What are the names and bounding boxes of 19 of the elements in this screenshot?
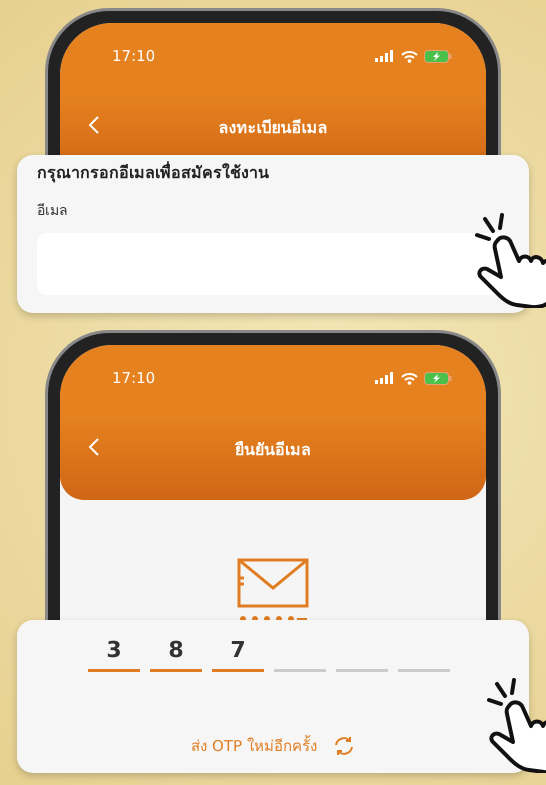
- signal-icon: [375, 50, 395, 62]
- otp-digit-field[interactable]: 8: [150, 632, 202, 672]
- signal-icon: [375, 372, 395, 384]
- back-icon[interactable]: [88, 115, 100, 135]
- battery-charging-icon: [424, 372, 452, 384]
- instruction-text: กรุณากรอกอีเมลเพื่อสมัครใช้งาน: [36, 160, 270, 184]
- battery-charging-icon: [424, 50, 452, 62]
- wifi-icon: [401, 372, 418, 384]
- field-label: อีเมล: [36, 202, 69, 221]
- screen-title: ยืนยันอีเมล: [235, 439, 311, 461]
- wifi-icon: [401, 50, 418, 62]
- otp-digit-field[interactable]: 7: [212, 632, 264, 672]
- otp-digit-field[interactable]: 3: [88, 632, 140, 672]
- envelope-password-icon: [236, 558, 310, 620]
- screen-title: ลงทะเบียนอีเมล: [218, 117, 328, 139]
- status-time: 17:10: [112, 47, 156, 65]
- refresh-icon: [332, 736, 355, 756]
- status-time: 17:10: [112, 369, 156, 387]
- back-icon[interactable]: [88, 437, 100, 457]
